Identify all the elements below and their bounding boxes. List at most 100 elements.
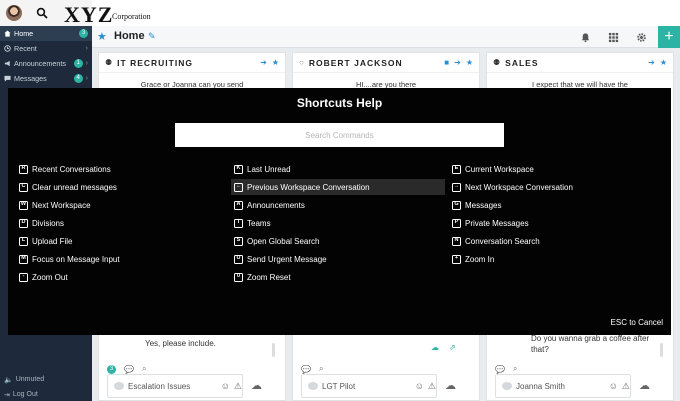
star-icon[interactable]: ★ <box>97 30 107 43</box>
warning-icon[interactable]: ⚠ <box>234 381 242 392</box>
star-icon[interactable]: ★ <box>466 58 473 67</box>
emoji-icon[interactable]: ☺ <box>609 381 618 391</box>
logout-label: Log Out <box>12 391 38 398</box>
grid-icon[interactable] <box>606 30 620 44</box>
key-cap: L <box>19 236 28 246</box>
key-cap: K <box>234 164 243 174</box>
arrow-right-icon[interactable]: ➔ <box>454 58 461 67</box>
shortcut-last-unread[interactable]: K Last Unread <box>231 161 291 177</box>
shortcut-label: Zoom Reset <box>247 272 291 282</box>
top-header: XYZ Corporation <box>64 0 680 27</box>
avatar[interactable] <box>6 5 22 21</box>
search-commands-input[interactable] <box>175 123 504 147</box>
sidebar-item-recent[interactable]: Recent › <box>0 41 92 56</box>
column-toolbar: 💬 ⌕ <box>495 364 517 374</box>
cloud-download-icon[interactable]: ☁ <box>431 343 439 352</box>
search-icon[interactable]: ⌕ <box>319 364 323 374</box>
shortcut-recent-conversations[interactable]: R Recent Conversations <box>16 161 111 177</box>
team-icon: ⚉ <box>493 58 501 67</box>
column-title[interactable]: IT RECRUITING <box>117 58 255 68</box>
shortcut-label: Open Global Search <box>247 236 320 246</box>
shortcut-next-workspace[interactable]: W Next Workspace <box>16 197 91 213</box>
shortcut-open-global-search[interactable]: S Open Global Search <box>231 233 320 249</box>
team-icon: ⚉ <box>105 58 113 67</box>
warning-icon[interactable]: ⚠ <box>622 381 630 392</box>
logout-button[interactable]: ⇥ Log Out <box>0 388 92 401</box>
gear-icon[interactable] <box>634 30 648 44</box>
shortcut-label: Next Workspace <box>32 200 91 210</box>
emoji-icon[interactable]: ☺ <box>221 381 230 391</box>
bell-mute-icon[interactable] <box>578 30 592 44</box>
message-input[interactable]: Joanna Smith ☺ ⚠ <box>495 374 631 398</box>
shortcut-current-workspace[interactable]: E Current Workspace <box>449 161 534 177</box>
cloud-upload-icon[interactable]: ☁ <box>639 379 650 392</box>
key-cap: G <box>452 200 461 210</box>
chat-icon[interactable]: 💬 <box>124 365 134 374</box>
sidebar-item-home[interactable]: Home 3 <box>0 26 92 41</box>
chat-icon[interactable]: 💬 <box>495 365 505 374</box>
unmuted-toggle[interactable]: 🔈 Unmuted <box>0 373 92 386</box>
shortcut-label: Focus on Message Input <box>32 254 120 264</box>
edit-icon[interactable]: ✎ <box>148 31 156 42</box>
scrollbar[interactable] <box>272 343 275 357</box>
sidebar-item-messages[interactable]: Messages 4 › <box>0 71 92 86</box>
brand-subtitle: Corporation <box>112 12 151 21</box>
shortcut-zoom-in[interactable]: + Zoom In <box>449 251 494 267</box>
shortcut-private-messages[interactable]: P Private Messages <box>449 215 529 231</box>
search-icon[interactable]: ⌕ <box>513 364 517 374</box>
message-input[interactable]: Escalation Issues ☺ ⚠ <box>107 374 243 398</box>
chat-bubble-icon <box>502 382 512 390</box>
sidebar-item-label: Recent <box>14 43 37 53</box>
shortcut-focus-message-input[interactable]: M Focus on Message Input <box>16 251 120 267</box>
add-workspace-button[interactable]: + <box>658 26 680 48</box>
shortcut-announcements[interactable]: A Announcements <box>231 197 305 213</box>
shortcut-label: Current Workspace <box>465 164 534 174</box>
message-preview: Grace or Joanna can you send <box>140 80 244 89</box>
page-title: Home <box>114 30 145 42</box>
star-icon[interactable]: ★ <box>660 58 667 67</box>
shortcut-label: Send Urgent Message <box>247 254 327 264</box>
scrollbar[interactable] <box>660 343 663 357</box>
message-input[interactable]: LGT Pilot ☺ ⚠ <box>301 374 437 398</box>
shortcut-label: Announcements <box>247 200 305 210</box>
warning-icon[interactable]: ⚠ <box>428 381 436 392</box>
shortcut-clear-unread[interactable]: C Clear unread messages <box>16 179 117 195</box>
shortcut-zoom-reset[interactable]: 0 Zoom Reset <box>231 269 291 285</box>
key-cap: D <box>19 218 28 228</box>
search-icon[interactable] <box>36 7 48 19</box>
column-title[interactable]: ROBERT JACKSON <box>309 58 439 68</box>
sidebar-item-announcements[interactable]: Announcements 1 › <box>0 56 92 71</box>
share-icon[interactable]: ⇗ <box>449 343 456 352</box>
chevron-right-icon: › <box>85 74 88 82</box>
column-title[interactable]: SALES <box>505 58 643 68</box>
key-cap: R <box>19 164 28 174</box>
shortcut-teams[interactable]: T Teams <box>231 215 271 231</box>
emoji-icon[interactable]: ☺ <box>415 381 424 391</box>
key-cap: N <box>452 236 461 246</box>
speaker-icon: 🔈 <box>4 376 13 384</box>
shortcut-zoom-out[interactable]: - Zoom Out <box>16 269 68 285</box>
chat-bubble-icon <box>308 382 318 390</box>
star-icon[interactable]: ★ <box>272 58 279 67</box>
shortcut-divisions[interactable]: D Divisions <box>16 215 64 231</box>
chat-icon[interactable]: 💬 <box>301 365 311 374</box>
shortcut-send-urgent-message[interactable]: U Send Urgent Message <box>231 251 327 267</box>
column-header: ⚉ IT RECRUITING ➔ ★ <box>99 53 285 73</box>
search-icon[interactable]: ⌕ <box>142 364 146 374</box>
shortcut-conversation-search[interactable]: N Conversation Search <box>449 233 540 249</box>
unread-badge: 3 <box>79 28 88 38</box>
sidebar-item-label: Announcements <box>14 58 66 68</box>
esc-cancel-button[interactable]: ESC to Cancel <box>611 318 663 327</box>
megaphone-icon <box>4 60 11 67</box>
cloud-upload-icon[interactable]: ☁ <box>251 379 262 392</box>
shortcut-next-workspace-conversation[interactable]: → Next Workspace Conversation <box>449 179 573 195</box>
key-cap: P <box>452 218 461 228</box>
shortcut-previous-workspace-conversation[interactable]: ← Previous Workspace Conversation <box>231 179 445 195</box>
cloud-upload-icon[interactable]: ☁ <box>445 379 456 392</box>
shortcut-upload-file[interactable]: L Upload File <box>16 233 72 249</box>
video-icon[interactable]: ■ <box>444 58 449 67</box>
arrow-right-icon[interactable]: ➔ <box>648 58 655 67</box>
arrow-right-icon[interactable]: ➔ <box>260 58 267 67</box>
key-cap: A <box>234 200 243 210</box>
shortcut-messages[interactable]: G Messages <box>449 197 501 213</box>
